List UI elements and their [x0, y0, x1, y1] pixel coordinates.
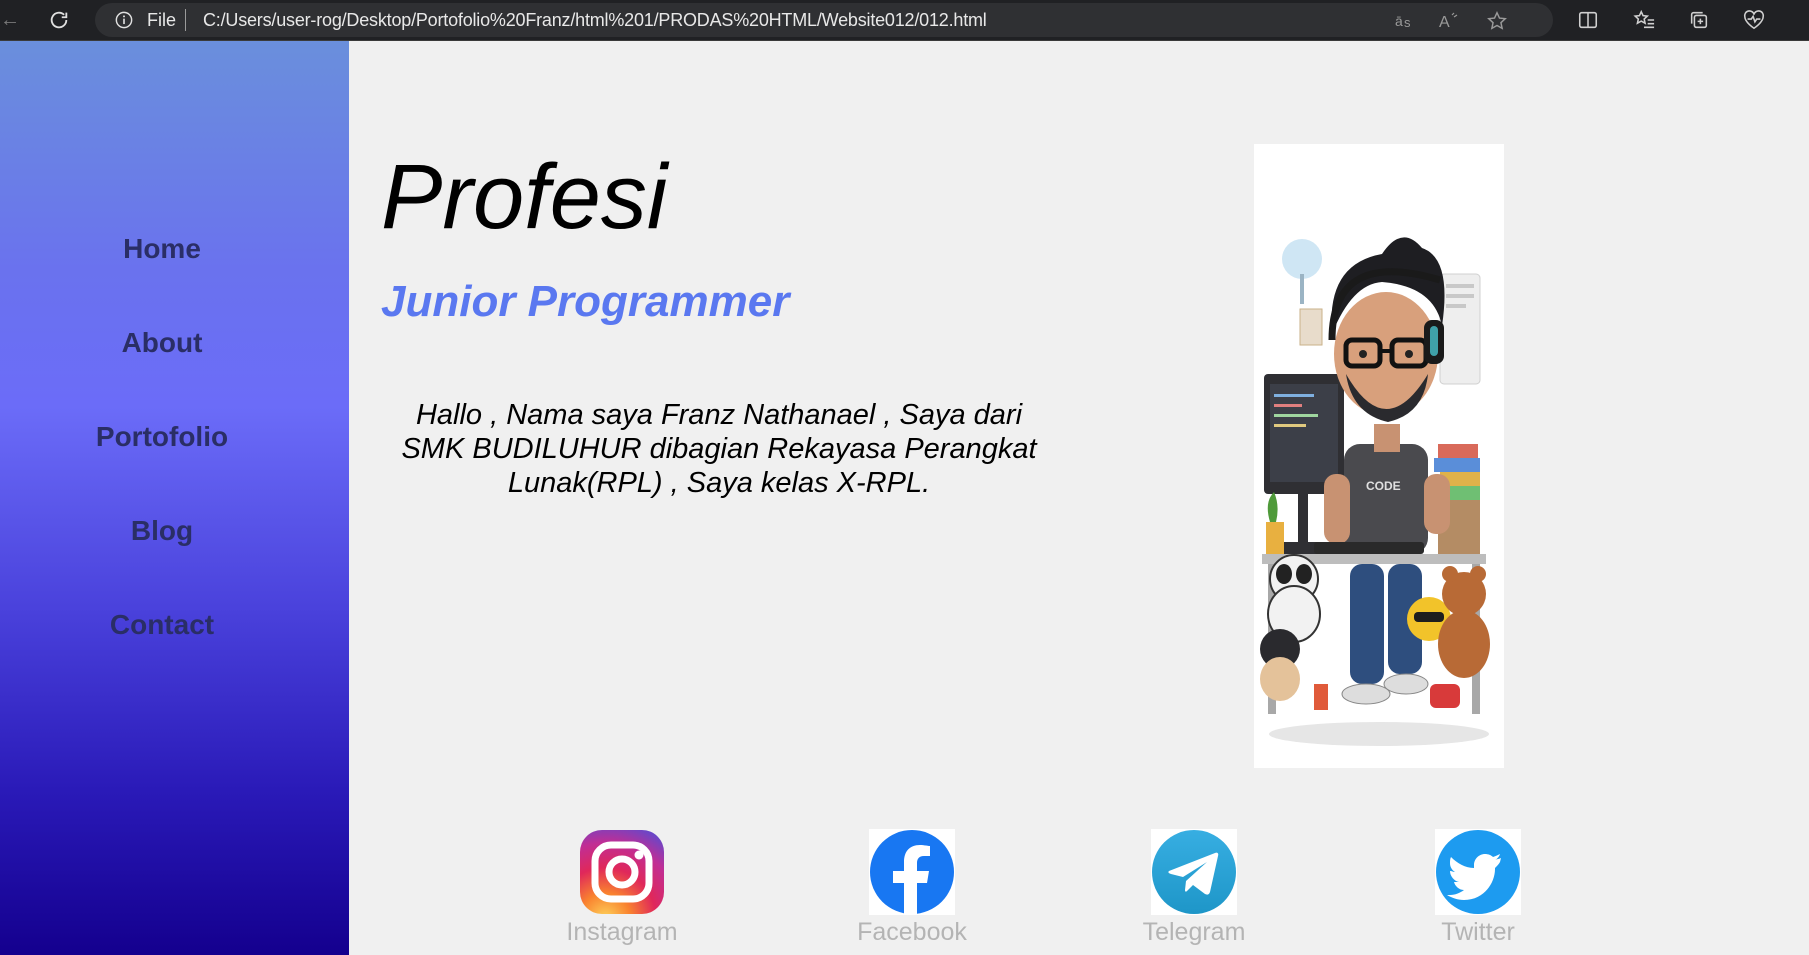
info-icon[interactable] [115, 11, 133, 29]
sidebar-item-contact[interactable]: Contact [0, 608, 324, 642]
address-separator [185, 9, 186, 31]
social-label: Twitter [1441, 918, 1515, 946]
intro-paragraph: Hallo , Nama saya Franz Nathanael , Saya… [374, 398, 1064, 500]
favorite-star-icon[interactable] [1485, 9, 1509, 33]
url-scheme-label: File [147, 10, 177, 30]
social-label: Instagram [566, 918, 678, 946]
favorites-list-icon[interactable] [1631, 7, 1657, 33]
read-aloud-icon[interactable]: ās [1393, 9, 1417, 33]
split-screen-icon[interactable] [1575, 7, 1601, 33]
collections-icon[interactable] [1686, 7, 1712, 33]
social-link-twitter[interactable]: Twitter [1408, 829, 1548, 947]
main-content: Profesi Junior Programmer Hallo , Nama s… [349, 41, 1809, 955]
browser-toolbar: ← File C:/Users/user-rog/Desktop/Portofo… [0, 0, 1809, 41]
svg-text:A: A [1439, 14, 1450, 31]
sidebar-item-about[interactable]: About [0, 326, 324, 360]
url-text[interactable]: C:/Users/user-rog/Desktop/Portofolio%20F… [203, 10, 987, 30]
sidebar-item-blog[interactable]: Blog [0, 514, 324, 548]
sidebar-item-home[interactable]: Home [0, 232, 324, 266]
sidebar-nav: Home About Portofolio Blog Contact [0, 41, 349, 955]
back-arrow-icon[interactable]: ← [0, 8, 20, 32]
page-title: Profesi [381, 146, 668, 248]
social-link-telegram[interactable]: Telegram [1124, 829, 1264, 947]
svg-text:CODE: CODE [1366, 479, 1401, 493]
address-bar[interactable]: File C:/Users/user-rog/Desktop/Portofoli… [95, 3, 1553, 37]
immersive-reader-icon[interactable]: A [1437, 9, 1461, 33]
programmer-avatar-image: CODE [1254, 144, 1504, 768]
twitter-icon [1435, 829, 1521, 915]
social-label: Facebook [857, 918, 967, 946]
telegram-icon [1151, 829, 1237, 915]
social-link-facebook[interactable]: Facebook [842, 829, 982, 947]
intro-line: SMK BUDILUHUR dibagian Rekayasa Perangka… [401, 433, 1037, 465]
social-label: Telegram [1142, 918, 1246, 946]
sidebar-item-portofolio[interactable]: Portofolio [0, 420, 324, 454]
facebook-icon [869, 829, 955, 915]
intro-line: Lunak(RPL) , Saya kelas X-RPL. [507, 467, 931, 499]
svg-text:s: s [1404, 15, 1411, 30]
reload-icon[interactable] [44, 5, 74, 35]
svg-text:ā: ā [1395, 13, 1403, 29]
role-heading: Junior Programmer [381, 277, 790, 326]
browser-essentials-icon[interactable] [1741, 7, 1767, 33]
social-link-instagram[interactable]: Instagram [552, 829, 692, 947]
intro-line: Hallo , Nama saya Franz Nathanael , Saya… [415, 399, 1023, 431]
instagram-icon [579, 829, 665, 915]
